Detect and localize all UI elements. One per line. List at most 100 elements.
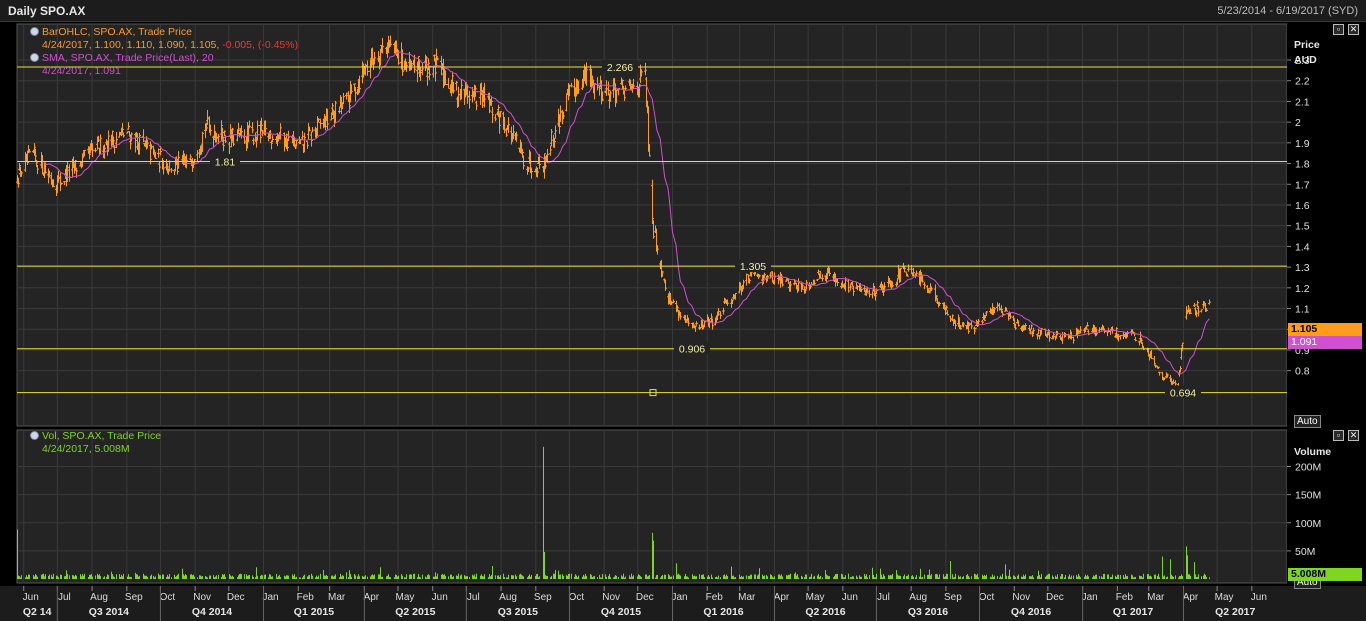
price-tick-label: 1.8 <box>1295 159 1310 171</box>
volume-bar <box>969 577 970 579</box>
bar-series-name: BarOHLC, SPO.AX, Trade Price <box>42 26 192 38</box>
volume-bar <box>386 576 387 579</box>
volume-bar <box>145 575 146 579</box>
volume-bar <box>859 575 860 579</box>
volume-bar <box>613 577 614 579</box>
volume-bar <box>466 576 467 579</box>
legend-dot-icon[interactable] <box>30 27 39 36</box>
legend-dot-icon[interactable] <box>30 431 39 440</box>
volume-bar <box>1001 577 1002 579</box>
price-restore-icon[interactable]: ▫ <box>1333 24 1344 35</box>
volume-bar <box>260 575 261 579</box>
price-auto-button[interactable]: Auto <box>1294 415 1321 428</box>
volume-bar <box>410 574 411 579</box>
volume-bar <box>1154 574 1155 579</box>
volume-bar <box>962 577 963 579</box>
volume-bar <box>788 574 789 579</box>
volume-bar <box>590 574 591 579</box>
volume-bar <box>159 575 160 579</box>
volume-bar <box>495 575 496 579</box>
volume-bar <box>632 576 633 579</box>
volume-bar <box>387 575 388 579</box>
volume-bar <box>852 576 853 579</box>
volume-bar <box>734 577 735 579</box>
volume-bar <box>928 574 929 579</box>
volume-bar <box>804 577 805 579</box>
volume-bar <box>75 574 76 579</box>
month-tick-label: Jun <box>23 592 39 603</box>
level-label: 2.266 <box>607 62 633 74</box>
volume-bar <box>123 573 124 579</box>
month-tick-label: Dec <box>227 592 245 603</box>
volume-bar <box>497 575 498 579</box>
volume-bar <box>810 576 811 579</box>
volume-bar <box>333 576 334 579</box>
month-tick-label: May <box>396 592 415 603</box>
volume-bar <box>615 575 616 579</box>
volume-restore-icon[interactable]: ▫ <box>1333 430 1344 441</box>
volume-close-icon[interactable]: ✕ <box>1348 430 1359 441</box>
volume-bar <box>443 574 444 579</box>
volume-bar <box>1143 573 1144 579</box>
volume-bar <box>907 575 908 579</box>
volume-bar <box>299 577 300 579</box>
volume-bar <box>285 576 286 579</box>
volume-bar <box>1041 573 1042 579</box>
volume-bar <box>906 575 907 579</box>
volume-bar <box>594 575 595 579</box>
volume-bar <box>257 575 258 579</box>
volume-bar <box>842 574 843 579</box>
volume-bar <box>814 575 815 579</box>
legend-dot-icon[interactable] <box>30 53 39 62</box>
volume-bar <box>597 577 598 579</box>
volume-bar <box>781 574 782 579</box>
month-tick-label: Aug <box>909 592 927 603</box>
volume-bar <box>1198 574 1199 579</box>
volume-bar <box>685 573 686 579</box>
volume-bar <box>433 576 434 579</box>
volume-bar <box>280 577 281 579</box>
volume-bar <box>1077 576 1078 579</box>
volume-bar <box>1024 576 1025 579</box>
volume-bar <box>481 574 482 579</box>
volume-bar <box>348 577 349 579</box>
volume-bar <box>207 577 208 579</box>
volume-bar <box>1013 575 1014 579</box>
volume-bar <box>119 574 120 579</box>
volume-bar <box>578 575 579 579</box>
volume-bar <box>325 575 326 579</box>
volume-bar <box>702 574 703 579</box>
volume-bar <box>1118 574 1119 579</box>
volume-bar <box>668 574 669 579</box>
volume-bar <box>861 576 862 579</box>
volume-bar <box>920 568 921 579</box>
volume-bar <box>316 575 317 579</box>
volume-bar <box>331 575 332 579</box>
volume-bar <box>984 574 985 579</box>
volume-bar <box>1052 575 1053 579</box>
volume-bar <box>523 576 524 579</box>
volume-bar <box>1006 575 1007 579</box>
volume-bar <box>584 576 585 579</box>
volume-bar <box>420 577 421 579</box>
volume-bar <box>1132 575 1133 579</box>
volume-bar <box>754 574 755 579</box>
volume-bar <box>963 576 964 579</box>
volume-bar <box>167 574 168 579</box>
volume-bar <box>359 576 360 579</box>
volume-bar <box>475 576 476 579</box>
volume-bar <box>779 574 780 579</box>
last-volume-label: 5.008M <box>1288 568 1362 581</box>
sma-values: 4/24/2017, 1.091 <box>42 65 121 77</box>
volume-bar <box>1092 577 1093 579</box>
volume-bar <box>692 574 693 579</box>
price-close-icon[interactable]: ✕ <box>1348 24 1359 35</box>
volume-bar <box>512 575 513 579</box>
volume-bar <box>357 576 358 579</box>
volume-bar <box>1180 576 1181 579</box>
volume-bar <box>499 577 500 579</box>
volume-bar <box>193 574 194 579</box>
volume-bar <box>269 574 270 579</box>
volume-bar <box>530 576 531 579</box>
volume-bar <box>1056 577 1057 579</box>
